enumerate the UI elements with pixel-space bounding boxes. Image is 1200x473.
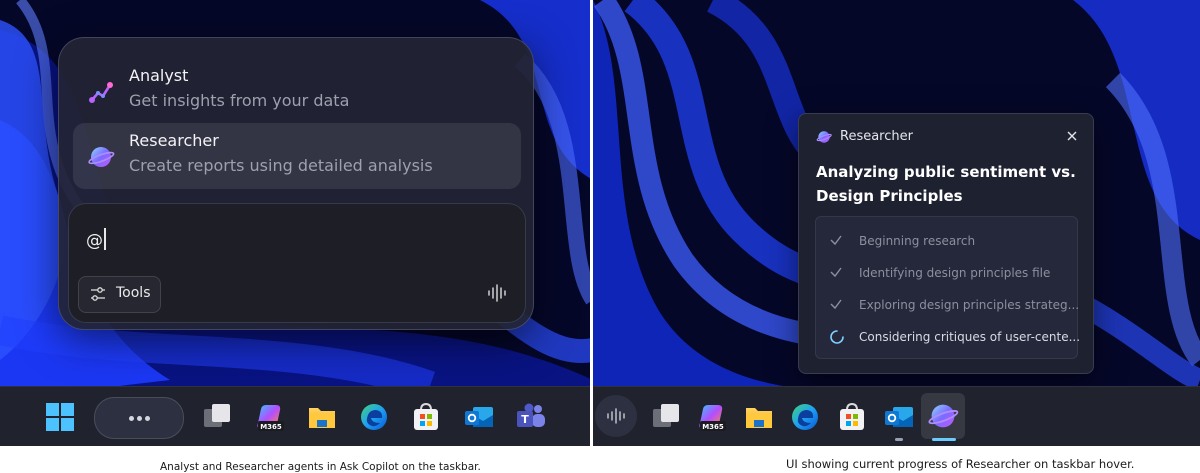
pill-dot (145, 416, 150, 421)
checkmark-icon (830, 235, 842, 246)
edge-icon[interactable] (358, 401, 390, 433)
outlook-icon[interactable] (883, 401, 915, 433)
loading-spinner-icon (830, 330, 844, 344)
taskbar: M365 (593, 386, 1200, 446)
progress-step: Identifying design principles file (816, 258, 1077, 288)
voice-button[interactable] (595, 395, 637, 437)
agent-description: Get insights from your data (129, 91, 350, 110)
agent-description: Create reports using detailed analysis (129, 156, 433, 175)
outlook-icon[interactable] (463, 401, 495, 433)
task-view-icon[interactable] (201, 401, 233, 433)
progress-step: Exploring design principles strateg... (816, 290, 1080, 320)
ask-copilot-search-pill[interactable] (94, 397, 184, 439)
progress-steps: Beginning research Identifying design pr… (815, 216, 1081, 359)
running-indicator (895, 438, 903, 441)
close-icon[interactable] (1061, 125, 1083, 147)
left-screenshot: Analyst Get insights from your data Rese… (0, 0, 593, 446)
m365-badge: M365 (260, 423, 282, 431)
m365-badge: M365 (702, 423, 724, 431)
researcher-icon (816, 131, 832, 143)
analyst-icon (89, 82, 113, 103)
step-label: Beginning research (859, 234, 976, 248)
progress-step: Beginning research (816, 226, 1077, 256)
prompt-input[interactable]: @ (86, 228, 106, 251)
task-view-icon[interactable] (650, 401, 682, 433)
tools-label: Tools (116, 285, 151, 301)
m365-copilot-icon[interactable]: M365 (254, 401, 286, 433)
researcher-progress-card: Researcher Analyzing public sentiment vs… (798, 113, 1094, 374)
checkmark-icon (830, 267, 842, 278)
microsoft-store-icon[interactable] (410, 401, 442, 433)
left-caption: Analyst and Researcher agents in Ask Cop… (160, 461, 481, 473)
taskbar: M365 T (0, 386, 593, 446)
taskbar-researcher-button[interactable] (921, 393, 965, 439)
m365-copilot-icon[interactable]: M365 (696, 401, 728, 433)
teams-icon[interactable]: T (515, 401, 547, 433)
agent-option-analyst[interactable]: Analyst Get insights from your data (73, 58, 521, 124)
researcher-icon (88, 147, 115, 167)
windows-start-icon[interactable] (44, 401, 76, 433)
step-label: Identifying design principles file (859, 266, 1051, 280)
agent-name: Analyst (129, 66, 189, 85)
edge-icon[interactable] (789, 401, 821, 433)
active-app-indicator (932, 438, 956, 441)
progress-step: Considering critiques of user-cente... (816, 322, 1081, 352)
checkmark-icon (830, 299, 842, 310)
right-caption: UI showing current progress of Researche… (786, 457, 1135, 471)
microsoft-store-icon[interactable] (836, 401, 868, 433)
ask-copilot-popup: Analyst Get insights from your data Rese… (58, 37, 534, 330)
researcher-icon (928, 404, 959, 428)
file-explorer-icon[interactable] (306, 401, 338, 433)
tools-button[interactable]: Tools (78, 276, 161, 313)
step-label: Exploring design principles strateg... (859, 298, 1080, 312)
sliders-icon (91, 287, 105, 301)
agent-name: Researcher (129, 131, 219, 150)
file-explorer-icon[interactable] (743, 401, 775, 433)
svg-text:T: T (521, 413, 529, 426)
right-screenshot: Researcher Analyzing public sentiment vs… (593, 0, 1200, 446)
pill-dot (129, 416, 134, 421)
prompt-input-value: @ (86, 231, 103, 251)
pill-dot (137, 416, 142, 421)
voice-waveform-icon[interactable] (487, 284, 507, 302)
step-label: Considering critiques of user-cente... (859, 330, 1081, 344)
prompt-composer: @ Tools (68, 203, 526, 323)
text-caret (104, 228, 106, 250)
card-title: Researcher (840, 129, 913, 144)
voice-waveform-icon (607, 408, 625, 424)
agent-option-researcher[interactable]: Researcher Create reports using detailed… (73, 123, 521, 189)
research-heading: Analyzing public sentiment vs. Design Pr… (816, 163, 1076, 205)
